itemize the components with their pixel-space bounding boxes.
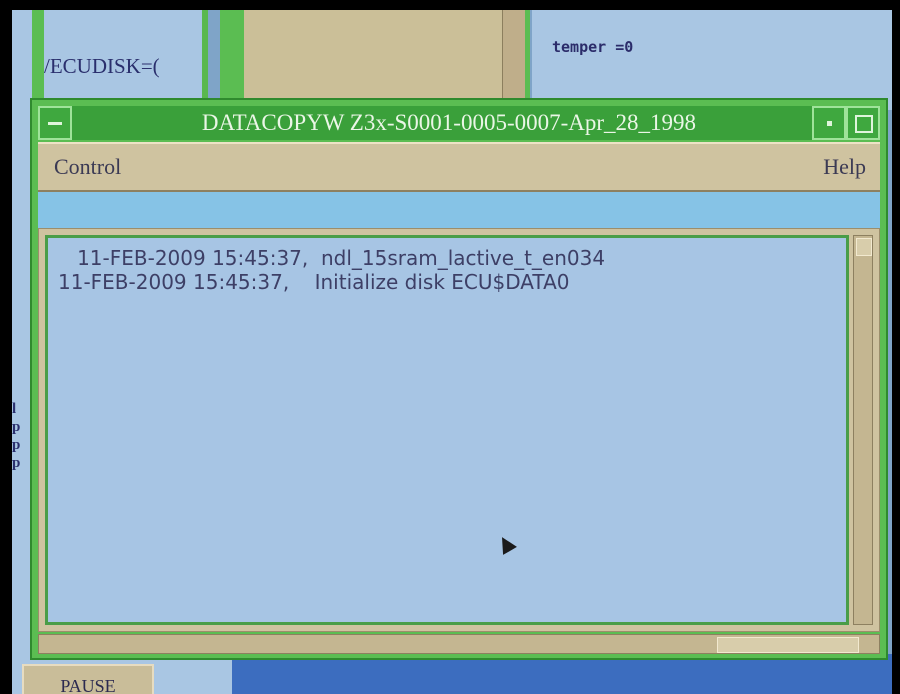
window-menu-icon[interactable] [38,106,72,140]
background-window-middle [220,10,530,110]
background-window-left: /ECUDISK=( [12,10,208,110]
vertical-scrollbar[interactable] [853,235,873,625]
log-line: 11-FEB-2009 15:45:37, ndl_15sram_lactive… [58,246,606,270]
minimize-icon[interactable] [812,106,846,140]
status-strip [38,192,880,228]
pause-button[interactable]: PAUSE [22,664,154,694]
menu-help[interactable]: Help [823,144,866,190]
menu-control[interactable]: Control [54,144,121,190]
log-line: 11-FEB-2009 15:45:37, Initialize disk EC… [58,270,570,294]
background-middle-scrollbar[interactable] [502,10,525,106]
background-window-right: temper =0 [532,10,892,110]
window-titlebar[interactable]: DATACOPYW Z3x-S0001-0005-0007-Apr_28_199… [38,106,880,140]
background-right-text: temper =0 [552,38,634,56]
desktop-screen: /ECUDISK=( temper =0 l p p p PAUSE DATAC… [12,10,892,694]
horizontal-scrollbar[interactable] [38,634,880,654]
horizontal-scrollbar-thumb[interactable] [717,637,859,653]
background-middle-panel [244,10,502,106]
datacopy-window: DATACOPYW Z3x-S0001-0005-0007-Apr_28_199… [30,98,888,660]
background-left-letters: l p p p [12,401,21,471]
maximize-icon[interactable] [846,106,880,140]
background-green-strip [32,10,44,110]
window-title: DATACOPYW Z3x-S0001-0005-0007-Apr_28_199… [201,110,697,135]
background-left-text: /ECUDISK=( [44,54,160,78]
log-text-area[interactable]: 11-FEB-2009 15:45:37, ndl_15sram_lactive… [45,235,849,625]
log-frame: 11-FEB-2009 15:45:37, ndl_15sram_lactive… [38,228,880,632]
vertical-scrollbar-thumb[interactable] [856,238,872,256]
menu-bar: Control Help [38,142,880,192]
